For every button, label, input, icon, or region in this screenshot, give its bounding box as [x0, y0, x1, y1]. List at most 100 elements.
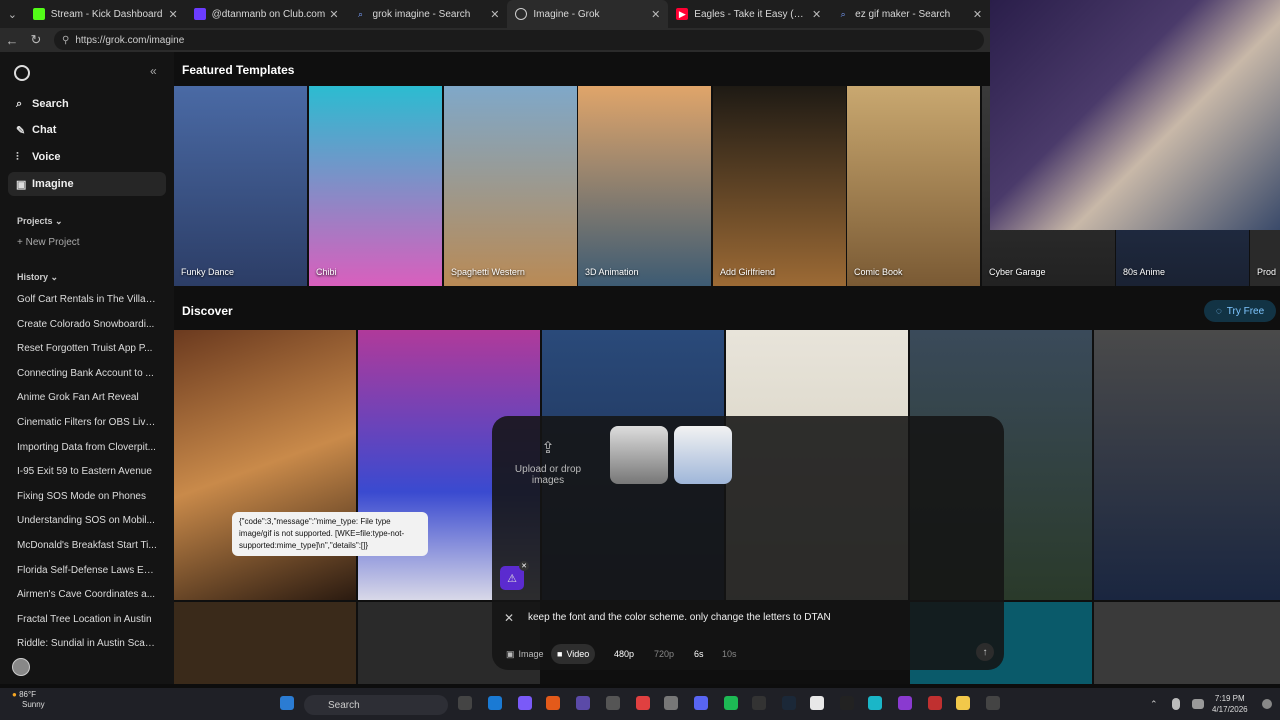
history-item[interactable]: Anime Grok Fan Art Reveal	[17, 392, 157, 403]
history-item[interactable]: Florida Self-Defense Laws Ex...	[17, 565, 157, 576]
template-card[interactable]: Chibi	[309, 86, 442, 286]
close-tab-icon[interactable]: ✕	[168, 8, 177, 21]
history-item[interactable]: Riddle: Sundial in Austin Scav...	[17, 638, 157, 649]
app-icon[interactable]	[840, 696, 854, 710]
history-item[interactable]: Fixing SOS Mode on Phones	[17, 491, 157, 502]
sidebar-item-chat[interactable]: ✎ Chat	[8, 118, 166, 142]
clear-prompt-icon[interactable]: ✕	[504, 611, 514, 625]
spotify-icon[interactable]	[724, 696, 738, 710]
image-icon: ▣	[506, 648, 515, 659]
app-icon[interactable]	[810, 696, 824, 710]
app-icon[interactable]	[576, 696, 590, 710]
history-item[interactable]: Create Colorado Snowboardi...	[17, 319, 157, 330]
discover-card[interactable]	[1094, 330, 1280, 600]
history-header[interactable]: History ⌄	[17, 272, 58, 283]
microphone-icon[interactable]	[1172, 698, 1180, 710]
user-avatar[interactable]	[12, 658, 30, 676]
tab-list-chevron-icon[interactable]: ⌄	[0, 0, 25, 28]
history-item[interactable]: Connecting Bank Account to ...	[17, 368, 157, 379]
firefox-icon[interactable]	[546, 696, 560, 710]
grok-logo-icon[interactable]	[14, 65, 30, 81]
collapse-sidebar-icon[interactable]: «	[150, 64, 157, 78]
browser-tab[interactable]: ▶Eagles - Take it Easy (Official Audi...…	[668, 0, 829, 28]
browser-tab[interactable]: ⌕ grok imagine - Search ✕	[347, 0, 508, 28]
weather-widget[interactable]: ● 86°F Sunny	[12, 690, 45, 710]
history-item[interactable]: Airmen's Cave Coordinates a...	[17, 589, 157, 600]
template-card[interactable]: 3D Animation	[578, 86, 711, 286]
close-tab-icon[interactable]: ✕	[812, 8, 821, 21]
template-card[interactable]: Add Girlfriend	[713, 86, 846, 286]
discover-card[interactable]	[1094, 602, 1280, 684]
browser-tab[interactable]: Stream - Kick Dashboard ✕	[25, 0, 186, 28]
notification-icon[interactable]	[1262, 699, 1272, 709]
close-tab-icon[interactable]: ✕	[490, 8, 499, 21]
discover-title: Discover	[182, 304, 233, 318]
fx-icon[interactable]	[898, 696, 912, 710]
browser-tab-active[interactable]: Imagine - Grok ✕	[507, 0, 669, 28]
resolution-480p-button[interactable]: 480p	[608, 644, 640, 664]
browser-tab[interactable]: ⌕ ez gif maker - Search ✕	[829, 0, 990, 28]
close-tab-icon[interactable]: ✕	[973, 8, 982, 21]
obs-icon[interactable]	[606, 696, 620, 710]
browser-tab[interactable]: @dtanmanb on Club.com ✕	[186, 0, 347, 28]
featured-templates-title: Featured Templates	[182, 63, 295, 77]
sidebar-item-imagine[interactable]: ▣ Imagine	[8, 172, 166, 196]
close-tab-icon[interactable]: ✕	[651, 8, 660, 21]
back-arrow-icon[interactable]: ←	[0, 33, 24, 48]
app-icon[interactable]	[986, 696, 1000, 710]
send-arrow-icon[interactable]: ↑	[976, 643, 994, 661]
discover-card[interactable]	[174, 330, 356, 600]
remove-attachment-icon[interactable]: ✕	[519, 561, 529, 571]
reference-image-thumbnail[interactable]	[610, 426, 668, 484]
discover-card[interactable]	[174, 602, 356, 684]
site-info-icon[interactable]: ⚲	[62, 35, 69, 46]
upload-drop-zone[interactable]: ⇪ Upload or drop images	[506, 426, 590, 502]
duration-6s-button[interactable]: 6s	[688, 644, 710, 664]
windows-start-icon[interactable]	[280, 696, 294, 710]
task-view-icon[interactable]	[458, 696, 472, 710]
resolution-720p-button[interactable]: 720p	[648, 644, 680, 664]
error-tooltip: {"code":3,"message":"mime_type: File typ…	[232, 512, 428, 556]
grok-favicon-icon	[515, 8, 528, 20]
reload-icon[interactable]: ↻	[24, 32, 48, 48]
history-item[interactable]: McDonald's Breakfast Start Ti...	[17, 540, 157, 551]
display-icon[interactable]	[1192, 699, 1204, 709]
sidebar-item-voice[interactable]: ⫶ Voice	[8, 145, 166, 169]
history-item[interactable]: I-95 Exit 59 to Eastern Avenue	[17, 466, 157, 477]
app-icon[interactable]	[752, 696, 766, 710]
chat-icon: ✎	[16, 124, 26, 137]
app-icon[interactable]	[928, 696, 942, 710]
mode-video-button[interactable]: ■ Video	[551, 644, 596, 664]
history-item[interactable]: Understanding SOS on Mobil...	[17, 515, 157, 526]
template-card[interactable]: Funky Dance	[174, 86, 307, 286]
copilot-icon[interactable]	[518, 696, 532, 710]
sidebar-item-search[interactable]: ⌕ Search	[8, 92, 166, 116]
edge-icon[interactable]	[488, 696, 502, 710]
tray-chevron-up-icon[interactable]: ⌃	[1150, 699, 1160, 709]
duration-10s-button[interactable]: 10s	[716, 644, 743, 664]
history-item[interactable]: Fractal Tree Location in Austin	[17, 614, 157, 625]
mode-image-button[interactable]: ▣ Image	[500, 644, 550, 664]
search-favicon-icon: ⌕	[840, 8, 846, 19]
new-project-button[interactable]: + New Project	[17, 237, 80, 248]
projects-header[interactable]: Projects ⌄	[17, 216, 63, 227]
discord-icon[interactable]	[694, 696, 708, 710]
app-icon[interactable]	[636, 696, 650, 710]
history-item[interactable]: Importing Data from Cloverpit...	[17, 442, 157, 453]
history-item[interactable]: Cinematic Filters for OBS Live...	[17, 417, 157, 428]
reference-image-thumbnail[interactable]	[674, 426, 732, 484]
prompt-input[interactable]: keep the font and the color scheme. only…	[528, 612, 831, 623]
taskbar-search[interactable]: Search	[304, 695, 448, 715]
try-free-button[interactable]: ◌ Try Free	[1204, 300, 1276, 322]
system-clock[interactable]: 7:19 PM 4/17/2026	[1212, 693, 1248, 715]
template-card[interactable]: Comic Book	[847, 86, 980, 286]
app-icon[interactable]	[956, 696, 970, 710]
template-card[interactable]: Spaghetti Western	[444, 86, 577, 286]
url-input[interactable]: ⚲ https://grok.com/imagine	[54, 30, 984, 50]
history-item[interactable]: Reset Forgotten Truist App P...	[17, 343, 157, 354]
history-item[interactable]: Golf Cart Rentals in The Villag...	[17, 294, 157, 305]
steam-icon[interactable]	[782, 696, 796, 710]
close-tab-icon[interactable]: ✕	[329, 8, 338, 21]
app-icon[interactable]	[868, 696, 882, 710]
music-icon[interactable]	[664, 696, 678, 710]
